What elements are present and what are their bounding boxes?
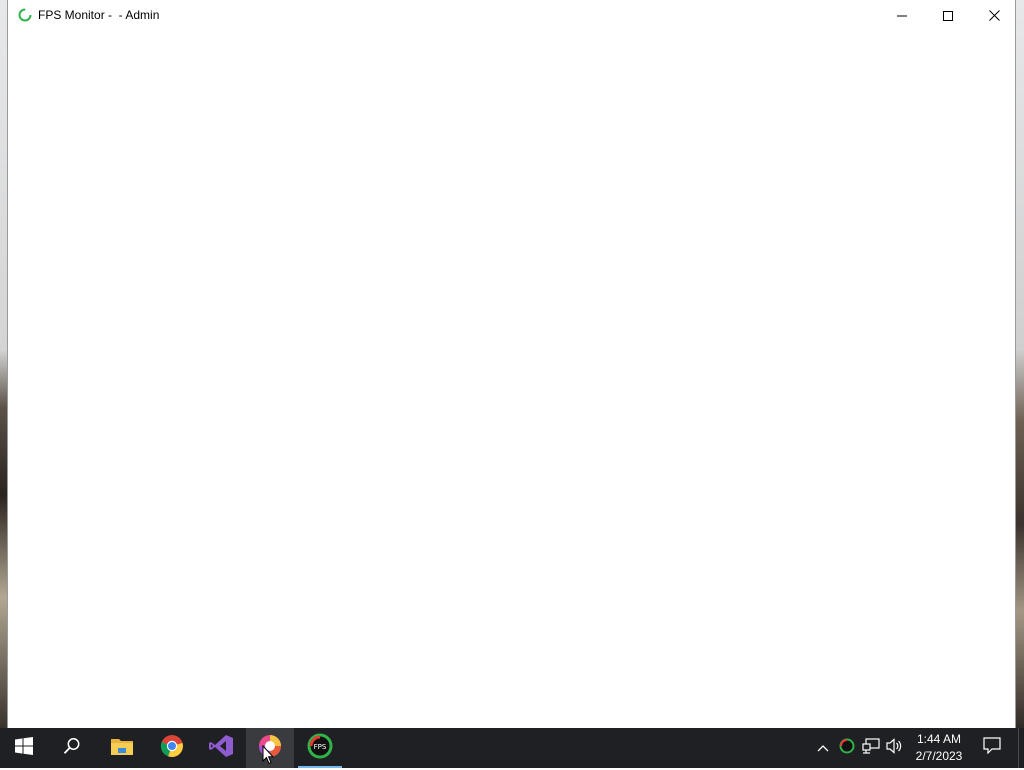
desktop-edge-right xyxy=(1016,0,1024,728)
notification-icon xyxy=(983,737,1001,759)
window-title: FPS Monitor - - Admin xyxy=(38,8,160,22)
volume-icon xyxy=(886,737,904,759)
windows-logo-icon xyxy=(15,736,33,760)
show-desktop-button[interactable] xyxy=(1018,728,1024,768)
action-center-button[interactable] xyxy=(976,728,1008,768)
network-icon xyxy=(862,737,880,759)
tray-fps-monitor[interactable] xyxy=(837,738,857,758)
tray-volume[interactable] xyxy=(885,737,905,759)
close-icon xyxy=(988,10,1000,21)
mouse-cursor-icon xyxy=(262,744,275,765)
start-button[interactable] xyxy=(0,728,48,768)
clock-time: 1:44 AM xyxy=(916,732,962,746)
title-bar[interactable]: FPS Monitor - - Admin xyxy=(8,0,1015,31)
search-icon xyxy=(63,737,81,760)
taskbar-chrome[interactable] xyxy=(148,728,196,768)
taskbar: FPS 1:44 AM 2/7/2023 xyxy=(0,728,1024,768)
minimize-icon xyxy=(897,11,907,21)
folder-icon xyxy=(110,736,134,761)
search-button[interactable] xyxy=(48,728,96,768)
chrome-icon xyxy=(160,734,184,763)
window-client-area xyxy=(8,31,1015,728)
show-hidden-icons-button[interactable] xyxy=(813,738,833,758)
visual-studio-icon xyxy=(208,734,234,763)
taskbar-fps-monitor[interactable]: FPS xyxy=(296,728,344,768)
tray-network[interactable] xyxy=(861,737,881,759)
fps-monitor-icon: FPS xyxy=(307,733,333,764)
taskbar-file-explorer[interactable] xyxy=(98,728,146,768)
svg-text:FPS: FPS xyxy=(314,743,327,751)
fps-tray-icon xyxy=(839,738,855,759)
clock-date: 2/7/2023 xyxy=(915,749,963,763)
fps-monitor-window: FPS Monitor - - Admin xyxy=(7,0,1016,728)
taskbar-clock[interactable]: 1:44 AM 2/7/2023 xyxy=(906,731,972,765)
minimize-button[interactable] xyxy=(879,0,925,31)
maximize-icon xyxy=(943,10,953,21)
taskbar-visual-studio[interactable] xyxy=(197,728,245,768)
close-button[interactable] xyxy=(971,0,1017,31)
maximize-button[interactable] xyxy=(925,0,971,31)
fps-monitor-app-icon xyxy=(18,8,32,22)
chevron-up-icon xyxy=(817,739,829,757)
